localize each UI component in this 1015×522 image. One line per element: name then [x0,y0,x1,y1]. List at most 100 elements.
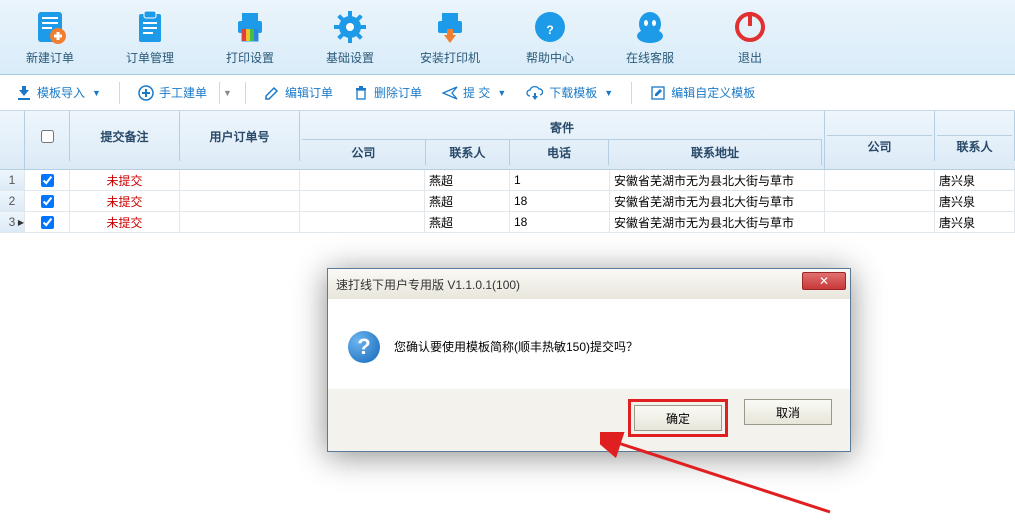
base-setting-label: 基础设置 [326,49,374,66]
manual-create-dropdown[interactable]: ▼ [219,82,235,104]
rowhead-blank [0,111,25,169]
row-checkbox[interactable] [41,195,54,208]
caret-down-icon: ▼ [92,88,101,98]
row-remark: 未提交 [70,170,180,190]
ok-button[interactable]: 确定 [634,405,722,431]
gear-icon [332,9,368,45]
row-remark: 未提交 [70,212,180,232]
row-contact: 燕超 [425,212,510,232]
annotation-highlight: 确定 [628,399,728,437]
row-company [300,212,425,232]
table-row[interactable]: 3▶ 未提交 燕超 18 安徽省芜湖市无为县北大街与草市 唐兴泉 [0,212,1015,233]
row-checkbox-cell[interactable] [25,170,70,190]
delete-order-label: 删除订单 [374,84,422,101]
main-toolbar: 新建订单 订单管理 打印设置 基础设置 安装打印机 ? 帮助中心 在线客服 [0,0,1015,75]
manual-create-label: 手工建单 [159,84,207,101]
col-contact2-header: 联系人 [937,136,1012,157]
online-service-label: 在线客服 [626,49,674,66]
edit-custom-template-button[interactable]: 编辑自定义模板 [642,80,763,105]
separator [245,82,246,104]
dialog-close-button[interactable]: ✕ [802,272,846,290]
file-plus-icon [32,9,68,45]
close-icon: ✕ [819,274,829,288]
dialog-body: ? 您确认要使用模板简称(顺丰热敏150)提交吗？ [328,299,850,389]
install-printer-button[interactable]: 安装打印机 [400,5,500,69]
row-contact: 燕超 [425,191,510,211]
row-index: 1 [0,170,25,190]
row-contact2: 唐兴泉 [935,191,1015,211]
separator [119,82,120,104]
row-company [300,191,425,211]
row-index: 3▶ [0,212,25,232]
edit-order-button[interactable]: 编辑订单 [256,80,341,105]
svg-text:?: ? [546,23,553,37]
row-checkbox[interactable] [41,174,54,187]
download-template-button[interactable]: 下载模板 ▼ [518,80,621,105]
submit-label: 提 交 [463,84,490,101]
col-checkbox-header[interactable] [25,111,70,161]
power-icon [732,9,768,45]
dialog-message: 您确认要使用模板简称(顺丰热敏150)提交吗？ [394,338,638,355]
edit-box-icon [650,85,666,101]
separator [631,82,632,104]
row-checkbox-cell[interactable] [25,191,70,211]
row-addr: 安徽省芜湖市无为县北大街与草市 [610,170,825,190]
trash-icon [353,85,369,101]
dialog-title-text: 速打线下用户专用版 V1.1.0.1(100) [336,276,520,293]
printer-color-icon [232,9,268,45]
qq-icon [632,9,668,45]
clipboard-icon [132,9,168,45]
order-mgmt-label: 订单管理 [126,49,174,66]
row-phone: 1 [510,170,610,190]
printer-download-icon [432,9,468,45]
delete-order-button[interactable]: 删除订单 [345,80,430,105]
grid-body: 1 未提交 燕超 1 安徽省芜湖市无为县北大街与草市 唐兴泉 2 未提交 燕超 … [0,170,1015,233]
online-service-button[interactable]: 在线客服 [600,5,700,69]
help-label: 帮助中心 [526,49,574,66]
print-setting-button[interactable]: 打印设置 [200,5,300,69]
exit-button[interactable]: 退出 [700,5,800,69]
col-userno-header: 用户订单号 [180,111,300,161]
cloud-download-icon [526,85,544,101]
edit-order-label: 编辑订单 [285,84,333,101]
row-company2 [825,170,935,190]
row-userno [180,191,300,211]
row-index: 2 [0,191,25,211]
new-order-button[interactable]: 新建订单 [0,5,100,69]
select-all-checkbox[interactable] [41,130,54,143]
help-button[interactable]: ? 帮助中心 [500,5,600,69]
row-phone: 18 [510,191,610,211]
sub-toolbar: 模板导入 ▼ 手工建单 ▼ 编辑订单 删除订单 提 交 ▼ 下载模板 ▼ 编辑自… [0,75,1015,111]
row-addr: 安徽省芜湖市无为县北大街与草市 [610,191,825,211]
row-company2 [825,212,935,232]
manual-create-button[interactable]: 手工建单 [130,80,215,105]
submit-button[interactable]: 提 交 ▼ [434,80,514,105]
row-company [300,170,425,190]
import-template-button[interactable]: 模板导入 ▼ [8,80,109,105]
col-company-header: 公司 [302,140,426,165]
order-mgmt-button[interactable]: 订单管理 [100,5,200,69]
row-userno [180,170,300,190]
row-userno [180,212,300,232]
caret-down-icon: ▼ [497,88,506,98]
col-remark-header: 提交备注 [70,111,180,161]
send-icon [442,85,458,101]
table-row[interactable]: 1 未提交 燕超 1 安徽省芜湖市无为县北大街与草市 唐兴泉 [0,170,1015,191]
dialog-titlebar[interactable]: 速打线下用户专用版 V1.1.0.1(100) ✕ [328,269,850,299]
row-checkbox-cell[interactable] [25,212,70,232]
print-setting-label: 打印设置 [226,49,274,66]
base-setting-button[interactable]: 基础设置 [300,5,400,69]
new-order-label: 新建订单 [26,49,74,66]
row-checkbox[interactable] [41,216,54,229]
col-phone-header: 电话 [510,140,609,165]
row-contact2: 唐兴泉 [935,212,1015,232]
cancel-button[interactable]: 取消 [744,399,832,425]
col-contact-header: 联系人 [426,140,510,165]
question-icon: ? [348,331,380,363]
grid-header-row-1: 提交备注 用户订单号 寄件 公司 联系人 电话 联系地址 公司 联系人 [0,111,1015,170]
edit-custom-template-label: 编辑自定义模板 [671,84,755,101]
col-addr-header: 联系地址 [609,140,822,165]
table-row[interactable]: 2 未提交 燕超 18 安徽省芜湖市无为县北大街与草市 唐兴泉 [0,191,1015,212]
download-template-label: 下载模板 [549,84,597,101]
col-sender-group-header: 寄件 [302,115,822,140]
